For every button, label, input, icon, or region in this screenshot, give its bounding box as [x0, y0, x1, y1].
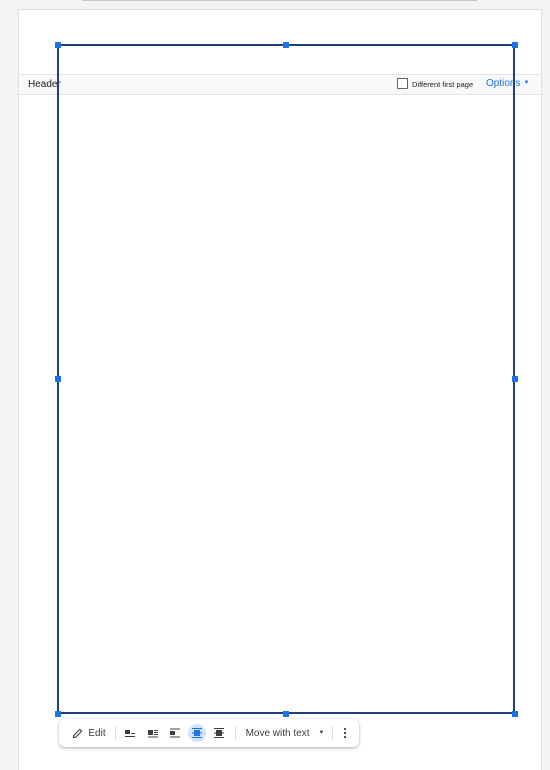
resize-handle-top-right[interactable] [512, 42, 518, 48]
wrap-text-icon [148, 730, 158, 738]
edit-label: Edit [88, 727, 106, 739]
edit-button[interactable]: Edit [66, 719, 112, 747]
active-highlight [188, 724, 206, 742]
resize-handle-bottom-left[interactable] [55, 711, 61, 717]
resize-handle-bottom[interactable] [283, 711, 289, 717]
toolbar-divider [235, 726, 236, 740]
chevron-down-icon: ▼ [523, 80, 530, 86]
position-label: Move with text [245, 727, 310, 739]
caret-down-icon: ▼ [318, 730, 325, 736]
break-text-icon [170, 728, 180, 738]
pencil-icon [73, 728, 83, 738]
behind-text-icon [192, 728, 202, 738]
wrap-inline-icon [125, 730, 135, 737]
resize-handle-bottom-right[interactable] [512, 711, 518, 717]
wrap-inline-button[interactable] [121, 719, 139, 747]
header-label: Header [28, 79, 61, 90]
break-text-button[interactable] [166, 719, 184, 747]
image-options-toolbar: Edit Move with text ▼ [59, 719, 359, 747]
more-vert-icon [343, 727, 347, 739]
in-front-of-text-button[interactable] [210, 719, 228, 747]
resize-handle-left[interactable] [55, 376, 61, 382]
position-dropdown[interactable]: Move with text ▼ [242, 719, 328, 747]
selected-image-frame[interactable] [57, 44, 515, 714]
resize-handle-top[interactable] [283, 42, 289, 48]
wrap-text-button[interactable] [144, 719, 162, 747]
toolbar-divider [115, 726, 116, 740]
in-front-of-text-icon [214, 728, 224, 738]
top-border-line [82, 0, 477, 1]
resize-handle-top-left[interactable] [55, 42, 61, 48]
toolbar-divider [332, 726, 333, 740]
behind-text-button[interactable] [188, 719, 206, 747]
resize-handle-right[interactable] [512, 376, 518, 382]
more-options-button[interactable] [337, 719, 353, 747]
